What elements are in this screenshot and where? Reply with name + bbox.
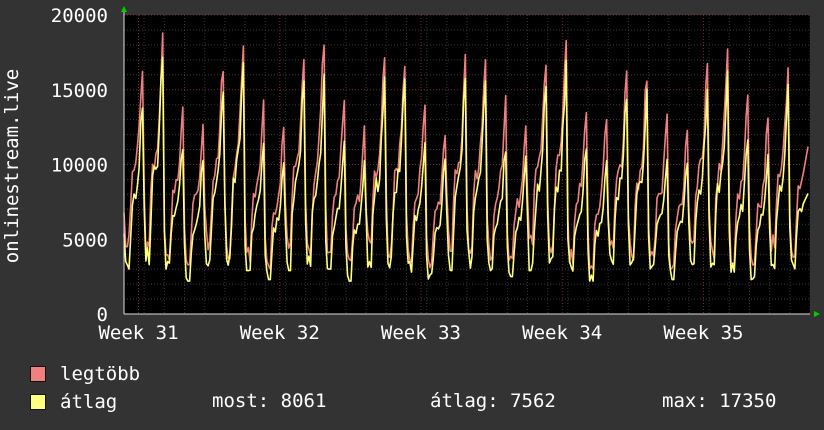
y-tick-label: 20000 — [51, 5, 108, 27]
x-tick-labels: Week 31 Week 32 Week 33 Week 34 Week 35 — [98, 322, 743, 344]
max-series-label: legtöbb — [60, 363, 141, 385]
legend-item-avg: átlag — [30, 391, 117, 413]
y-tick-label: 5000 — [62, 229, 108, 251]
x-tick-label: Week 32 — [240, 322, 320, 344]
y-tick-label: 15000 — [51, 80, 108, 102]
maximum-value-stat: max: 17350 — [662, 390, 777, 412]
y-tick-labels: 05000100001500020000 — [51, 5, 108, 326]
max-series-swatch — [30, 366, 46, 382]
average-value-stat: átlag: 7562 — [430, 390, 556, 412]
y-axis-label: onlinestream.live — [1, 69, 23, 263]
y-axis-arrow — [121, 6, 127, 12]
current-value-stat: most: 8061 — [212, 390, 327, 412]
x-axis-arrow — [814, 311, 820, 317]
legend-item-max: legtöbb — [30, 363, 140, 385]
avg-series-label: átlag — [60, 391, 118, 413]
avg-series-swatch — [30, 394, 46, 410]
x-tick-label: Week 31 — [98, 322, 178, 344]
x-tick-label: Week 34 — [522, 322, 602, 344]
y-tick-label: 10000 — [51, 155, 108, 177]
x-tick-label: Week 33 — [381, 322, 461, 344]
x-tick-label: Week 35 — [663, 322, 743, 344]
